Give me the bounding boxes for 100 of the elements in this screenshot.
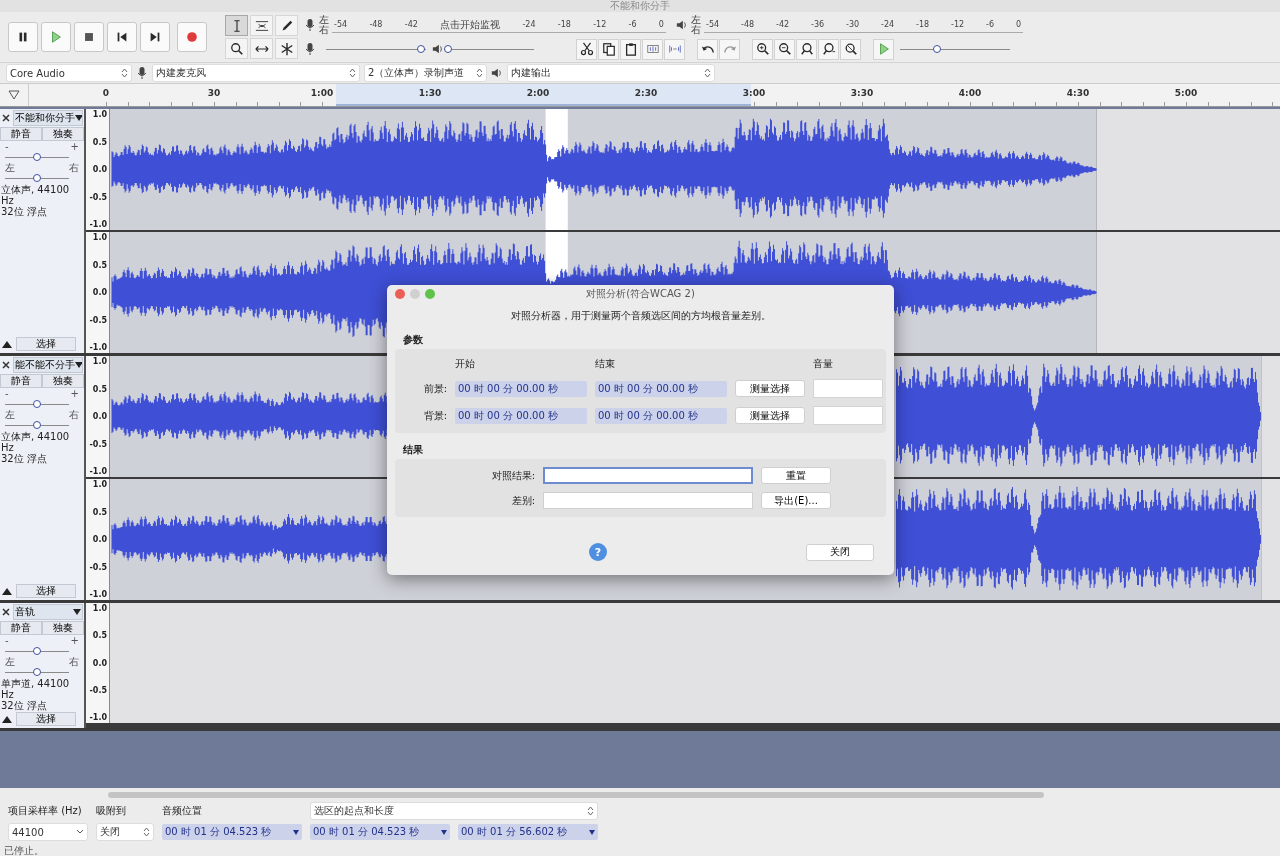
close-button[interactable]: [1, 607, 11, 617]
close-button[interactable]: [1, 113, 11, 123]
slider-thumb[interactable]: [32, 153, 41, 161]
meter-tick-label: -12: [593, 20, 607, 29]
track-name-menu[interactable]: 不能和你分手: [13, 110, 83, 126]
slider-thumb[interactable]: [32, 647, 41, 655]
multi-tool-button[interactable]: [275, 38, 298, 59]
select-tool-button[interactable]: [225, 15, 248, 36]
ruler-label: 3:00: [742, 88, 766, 98]
cut-button[interactable]: [576, 38, 597, 60]
envelope-tool-button[interactable]: [250, 15, 273, 36]
time-field[interactable]: 00 时 01 分 56.602 秒: [458, 824, 598, 840]
mute-button[interactable]: 静音: [0, 374, 42, 388]
slider-thumb[interactable]: [32, 421, 41, 429]
selection-mode-dropdown[interactable]: 选区的起点和长度: [310, 802, 598, 820]
paste-button[interactable]: [620, 38, 641, 60]
mute-button[interactable]: 静音: [0, 127, 42, 141]
slider-thumb[interactable]: [32, 400, 41, 408]
time-field[interactable]: 00 时 01 分 04.523 秒: [310, 824, 450, 840]
pause-button[interactable]: [8, 22, 38, 52]
mute-button[interactable]: 静音: [0, 621, 42, 635]
result-field[interactable]: [543, 467, 753, 484]
record-meter[interactable]: -54 -48 -42 点击开始监视 -24 -18 -12 -6 0: [332, 17, 666, 33]
collapse-button[interactable]: [2, 340, 12, 348]
select-button[interactable]: 选择: [16, 584, 76, 598]
timeshift-tool-button[interactable]: [250, 38, 273, 59]
close-window-button[interactable]: [395, 289, 405, 299]
result-field[interactable]: [543, 492, 753, 509]
slider-thumb[interactable]: [417, 45, 425, 53]
fit-project-button[interactable]: [818, 38, 839, 60]
time-field[interactable]: 00 时 00 分 00.00 秒: [595, 380, 727, 397]
zoom-out-button[interactable]: [774, 38, 795, 60]
fit-selection-button[interactable]: [796, 38, 817, 60]
skip-start-button[interactable]: [107, 22, 137, 52]
result-action-button[interactable]: 重置: [761, 467, 831, 484]
volume-field[interactable]: [813, 379, 883, 398]
collapse-button[interactable]: [2, 587, 12, 595]
meter-tick-label: 0: [658, 20, 664, 29]
copy-button[interactable]: [598, 38, 619, 60]
solo-button[interactable]: 独奏: [42, 127, 84, 141]
undo-button[interactable]: [697, 38, 718, 60]
collapse-button[interactable]: [2, 715, 12, 723]
track-area-background[interactable]: [1261, 479, 1280, 600]
slider-thumb[interactable]: [444, 45, 452, 53]
track-info: 32位 浮点: [0, 453, 48, 464]
select-button[interactable]: 选择: [16, 337, 76, 351]
close-button[interactable]: [1, 360, 11, 370]
meter-channel-label: 右: [691, 25, 701, 35]
scrollbar-thumb[interactable]: [108, 792, 1044, 798]
magnifier-icon: [229, 41, 244, 56]
stop-button[interactable]: [74, 22, 104, 52]
play-at-speed-button[interactable]: [873, 38, 894, 60]
solo-button[interactable]: 独奏: [42, 374, 84, 388]
time-field[interactable]: 00 时 00 分 00.00 秒: [595, 407, 727, 424]
row-label: 背景:: [422, 408, 447, 423]
snap-dropdown[interactable]: 关闭: [96, 823, 154, 841]
silence-button[interactable]: [664, 38, 685, 60]
audio-host-dropdown[interactable]: Core Audio: [6, 64, 132, 82]
ruler-label: 2:30: [634, 88, 658, 98]
time-field[interactable]: 00 时 00 分 00.00 秒: [455, 407, 587, 424]
track-name-menu[interactable]: 音轨: [13, 604, 83, 620]
time-field[interactable]: 00 时 00 分 00.00 秒: [455, 380, 587, 397]
input-device-dropdown[interactable]: 内建麦克风: [152, 64, 360, 82]
rate-combobox[interactable]: 44100: [8, 823, 88, 841]
track-name-menu[interactable]: 能不能不分手: [13, 357, 83, 373]
measure-button[interactable]: 测量选择: [735, 380, 805, 397]
scale-label: -1.0: [89, 713, 107, 722]
select-button[interactable]: 选择: [16, 712, 76, 726]
skip-end-button[interactable]: [140, 22, 170, 52]
draw-tool-button[interactable]: [275, 15, 298, 36]
solo-button[interactable]: 独奏: [42, 621, 84, 635]
meter-tick-label: -24: [881, 20, 895, 29]
result-action-button[interactable]: 导出(E)...: [761, 492, 831, 509]
track-area-background[interactable]: [1261, 356, 1280, 477]
zoom-toggle-icon: [843, 42, 858, 56]
close-dialog-button[interactable]: 关闭: [806, 543, 874, 561]
triangle-up-icon: [2, 587, 12, 595]
scale-label: 0.5: [92, 631, 107, 641]
record-button[interactable]: [177, 22, 207, 52]
volume-field[interactable]: [813, 406, 883, 425]
clipboard-icon: [623, 42, 638, 56]
slider-thumb[interactable]: [32, 668, 41, 676]
playback-meter[interactable]: -54 -48 -42 -36 -30 -24 -18 -12 -6 0: [704, 17, 1023, 33]
fit-selection-icon: [799, 42, 814, 56]
slider-thumb[interactable]: [933, 45, 942, 53]
snap-label: 吸附到: [96, 804, 127, 818]
play-icon: [49, 30, 63, 44]
track-info: 单声道, 44100 Hz: [0, 678, 71, 700]
scale-label: 0.0: [92, 535, 107, 544]
channels-dropdown[interactable]: 2（立体声）录制声道: [364, 64, 487, 82]
triangle-down-icon[interactable]: [8, 90, 20, 100]
zoom-in-button[interactable]: [752, 38, 773, 60]
output-device-dropdown[interactable]: 内建输出: [507, 64, 715, 82]
skip-end-icon: [148, 30, 162, 44]
column-header: 结束: [595, 357, 616, 371]
zoom-toggle-button[interactable]: [840, 38, 861, 60]
time-field[interactable]: 00 时 01 分 04.523 秒: [162, 824, 302, 840]
zoom-tool-button[interactable]: [225, 38, 248, 59]
slider-thumb[interactable]: [32, 174, 41, 182]
measure-button[interactable]: 测量选择: [735, 407, 805, 424]
